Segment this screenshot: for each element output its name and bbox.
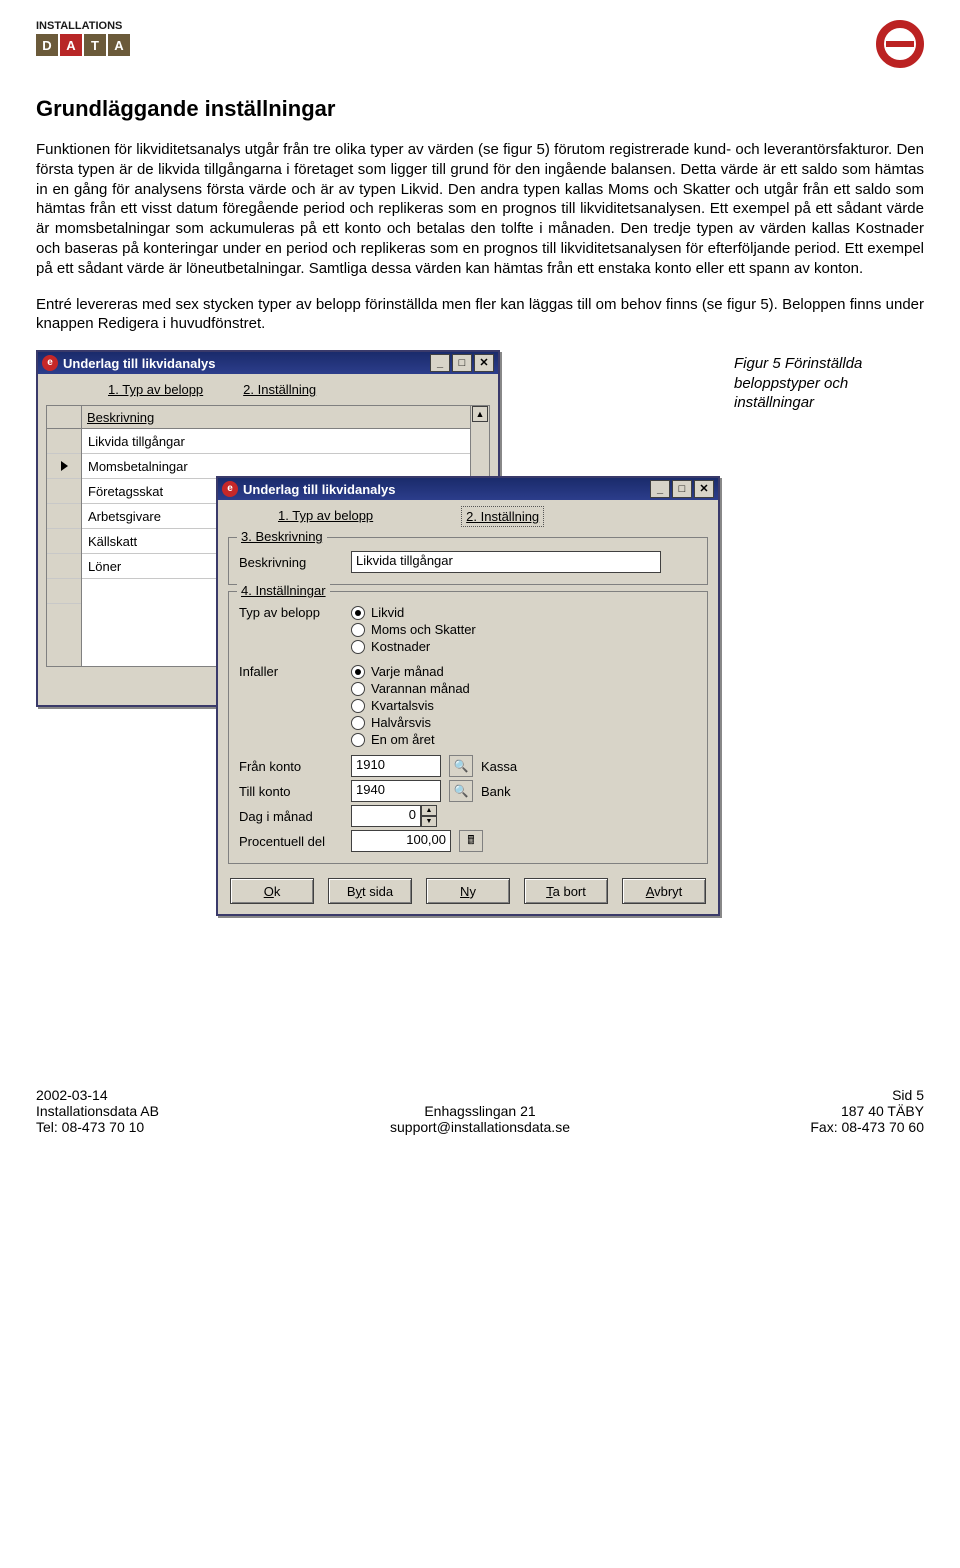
label-typ: Typ av belopp <box>239 605 343 620</box>
tab-installning[interactable]: 2. Inställning <box>463 508 542 525</box>
ok-button[interactable]: Ok <box>230 878 314 904</box>
logo-left: INSTALLATIONS D A T A <box>36 20 130 56</box>
label-till-konto-name: Bank <box>481 784 511 799</box>
window-title: Underlag till likvidanalys <box>63 356 215 371</box>
label-dag: Dag i månad <box>239 809 343 824</box>
grid-col-header: Beskrivning <box>82 406 470 429</box>
input-fran-konto[interactable]: 1910 <box>351 755 441 777</box>
input-dag[interactable]: 0 <box>351 805 421 827</box>
label-fran-konto-name: Kassa <box>481 759 517 774</box>
tab-typ-av-belopp[interactable]: 1. Typ av belopp <box>108 382 203 397</box>
group-legend: 4. Inställningar <box>237 583 330 598</box>
group-beskrivning: 3. Beskrivning Beskrivning Likvida tillg… <box>228 537 708 585</box>
close-button[interactable]: ✕ <box>694 480 714 498</box>
radio-icon <box>351 665 365 679</box>
tab-row: 1. Typ av belopp 2. Inställning <box>38 374 498 403</box>
spinner-dag[interactable]: 0 ▲▼ <box>351 805 437 827</box>
radio-halvarsvis[interactable]: Halvårsvis <box>351 715 470 730</box>
logo-text-top: INSTALLATIONS <box>36 20 130 32</box>
ta-bort-button[interactable]: Ta bort <box>524 878 608 904</box>
titlebar: e Underlag till likvidanalys _ □ ✕ <box>38 352 498 374</box>
footer-sid: Sid 5 <box>628 1087 924 1103</box>
footer-street: Enhagsslingan 21 <box>332 1103 628 1119</box>
radio-icon <box>351 716 365 730</box>
label-infaller: Infaller <box>239 664 343 679</box>
app-icon: e <box>42 355 58 371</box>
figure-area: e Underlag till likvidanalys _ □ ✕ 1. Ty… <box>36 350 924 707</box>
radio-icon <box>351 640 365 654</box>
row-pointer-icon <box>61 461 68 471</box>
maximize-button[interactable]: □ <box>672 480 692 498</box>
spin-up-icon[interactable]: ▲ <box>421 805 437 816</box>
minimize-button[interactable]: _ <box>430 354 450 372</box>
tab-installning[interactable]: 2. Inställning <box>243 382 316 397</box>
app-icon: e <box>222 481 238 497</box>
ny-button[interactable]: Ny <box>426 878 510 904</box>
label-beskrivning: Beskrivning <box>239 555 343 570</box>
lookup-button[interactable]: 🔍 <box>449 780 473 802</box>
titlebar: e Underlag till likvidanalys _ □ ✕ <box>218 478 718 500</box>
tab-row: 1. Typ av belopp 2. Inställning <box>218 500 718 531</box>
group-installningar: 4. Inställningar Typ av belopp Likvid Mo… <box>228 591 708 864</box>
close-button[interactable]: ✕ <box>474 354 494 372</box>
radio-icon <box>351 682 365 696</box>
maximize-button[interactable]: □ <box>452 354 472 372</box>
radio-varje-manad[interactable]: Varje månad <box>351 664 470 679</box>
radio-moms[interactable]: Moms och Skatter <box>351 622 476 637</box>
label-till-konto: Till konto <box>239 784 343 799</box>
footer-company: Installationsdata AB <box>36 1103 332 1119</box>
radio-varannan-manad[interactable]: Varannan månad <box>351 681 470 696</box>
logo-block-a2: A <box>108 34 130 56</box>
input-procent[interactable]: 100,00 <box>351 830 451 852</box>
avbryt-button[interactable]: Avbryt <box>622 878 706 904</box>
paragraph-1: Funktionen för likviditetsanalys utgår f… <box>36 140 924 279</box>
logo-block-a: A <box>60 34 82 56</box>
footer-tel: Tel: 08-473 70 10 <box>36 1119 332 1135</box>
logo-block-d: D <box>36 34 58 56</box>
button-row: Ok Byt sida Ny Ta bort Avbryt <box>218 870 718 914</box>
radio-icon <box>351 733 365 747</box>
scroll-up-icon[interactable]: ▲ <box>472 406 488 422</box>
label-fran-konto: Från konto <box>239 759 343 774</box>
window-title: Underlag till likvidanalys <box>243 482 395 497</box>
radio-icon <box>351 699 365 713</box>
lookup-button[interactable]: 🔍 <box>449 755 473 777</box>
group-legend: 3. Beskrivning <box>237 529 327 544</box>
footer-zip: 187 40 TÄBY <box>628 1103 924 1119</box>
logo-block-t: T <box>84 34 106 56</box>
input-beskrivning[interactable]: Likvida tillgångar <box>351 551 661 573</box>
byt-sida-button[interactable]: Byt sida <box>328 878 412 904</box>
window-settings: e Underlag till likvidanalys _ □ ✕ 1. Ty… <box>216 476 720 916</box>
radio-icon <box>351 623 365 637</box>
calculator-icon[interactable]: 🖩 <box>459 830 483 852</box>
radio-likvid[interactable]: Likvid <box>351 605 476 620</box>
grid-row-selector-col <box>47 406 82 666</box>
tab-typ-av-belopp[interactable]: 1. Typ av belopp <box>278 508 373 525</box>
input-till-konto[interactable]: 1940 <box>351 780 441 802</box>
footer-email[interactable]: support@installationsdata.se <box>390 1119 570 1135</box>
page-footer: 2002-03-14 Installationsdata AB Tel: 08-… <box>36 1087 924 1135</box>
logo-right-icon <box>876 20 924 72</box>
radio-group-typ: Likvid Moms och Skatter Kostnader <box>351 605 476 654</box>
paragraph-2: Entré levereras med sex stycken typer av… <box>36 295 924 335</box>
spin-down-icon[interactable]: ▼ <box>421 816 437 827</box>
radio-kostnader[interactable]: Kostnader <box>351 639 476 654</box>
page-header: INSTALLATIONS D A T A <box>36 20 924 72</box>
section-title: Grundläggande inställningar <box>36 96 924 122</box>
footer-fax: Fax: 08-473 70 60 <box>628 1119 924 1135</box>
radio-en-om-aret[interactable]: En om året <box>351 732 470 747</box>
radio-icon <box>351 606 365 620</box>
window-stack: e Underlag till likvidanalys _ □ ✕ 1. Ty… <box>36 350 716 707</box>
radio-group-infaller: Varje månad Varannan månad Kvartalsvis H… <box>351 664 470 747</box>
grid-row[interactable]: Likvida tillgångar <box>82 429 470 454</box>
label-procent: Procentuell del <box>239 834 343 849</box>
footer-date: 2002-03-14 <box>36 1087 332 1103</box>
minimize-button[interactable]: _ <box>650 480 670 498</box>
figure-caption: Figur 5 Förinställda beloppstyper och in… <box>734 354 894 413</box>
radio-kvartalsvis[interactable]: Kvartalsvis <box>351 698 470 713</box>
logo-blocks: D A T A <box>36 34 130 56</box>
